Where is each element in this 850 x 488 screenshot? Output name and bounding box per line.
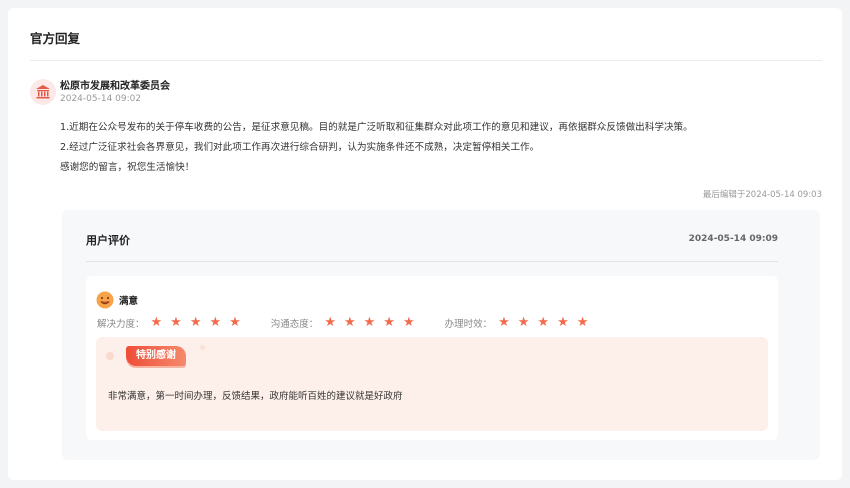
evaluation-time: 2024-05-14 09:09 xyxy=(688,234,778,244)
evaluation-title: 用户评价 xyxy=(86,234,130,247)
smiley-face-icon xyxy=(96,291,114,313)
rating-resolution: 解决力度： ★ ★ ★ ★ ★ xyxy=(97,316,249,330)
rating-label: 沟通态度： xyxy=(270,319,319,330)
star-icon: ★ xyxy=(324,315,336,330)
star-icon: ★ xyxy=(557,315,569,330)
ratings-row: 解决力度： ★ ★ ★ ★ ★ 沟通态度： ★ ★ ★ ★ ★ 办理时效： ★ ★ ★ ★ ★ xyxy=(97,316,618,330)
star-icon: ★ xyxy=(170,315,182,330)
star-rating: ★ ★ ★ ★ ★ xyxy=(150,315,249,330)
star-icon: ★ xyxy=(498,315,510,330)
star-icon: ★ xyxy=(363,315,376,330)
star-icon: ★ xyxy=(343,315,356,330)
satisfaction-label: 满意 xyxy=(119,296,139,307)
star-icon: ★ xyxy=(189,315,202,330)
star-rating: ★ ★ ★ ★ ★ xyxy=(324,315,422,330)
star-icon: ★ xyxy=(402,315,415,330)
star-icon: ★ xyxy=(537,315,550,330)
rating-label: 办理时效： xyxy=(444,319,493,330)
org-name: 松原市发展和改革委员会 xyxy=(60,81,170,92)
reply-body: 1.近期在公众号发布的关于停车收费的公告，是征求意见稿。目的就是广泛听取和征集群… xyxy=(60,118,830,178)
star-icon: ★ xyxy=(209,315,222,330)
star-icon: ★ xyxy=(150,315,163,330)
special-thanks-box: 特别感谢 非常满意，第一时间办理，反馈结果，政府能听百姓的建议就是好政府 xyxy=(96,337,768,431)
reply-paragraph: 1.近期在公众号发布的关于停车收费的公告，是征求意见稿。目的就是广泛听取和征集群… xyxy=(60,122,693,133)
evaluation-divider xyxy=(86,261,778,262)
star-rating: ★ ★ ★ ★ ★ xyxy=(498,315,596,330)
decorative-dot xyxy=(200,345,205,350)
rating-label: 解决力度： xyxy=(97,319,145,330)
special-thanks-tag: 特别感谢 xyxy=(126,346,186,366)
thanks-text: 非常满意，第一时间办理，反馈结果，政府能听百姓的建议就是好政府 xyxy=(108,391,403,402)
star-icon: ★ xyxy=(576,315,589,330)
reply-time: 2024-05-14 09:02 xyxy=(60,94,142,104)
decorative-dot xyxy=(106,352,114,360)
star-icon: ★ xyxy=(383,315,395,330)
rating-timeliness: 办理时效： ★ ★ ★ ★ ★ xyxy=(445,316,597,330)
official-reply-card: 官方回复 松原市发展和改革委员会 2024-05-14 09:02 1.近期在公… xyxy=(8,8,842,480)
section-divider xyxy=(30,60,822,61)
government-building-icon xyxy=(30,79,56,105)
section-title: 官方回复 xyxy=(30,31,81,46)
star-icon: ★ xyxy=(229,315,241,330)
last-edited-time: 最后编辑于2024-05-14 09:03 xyxy=(702,190,822,200)
user-evaluation-panel: 用户评价 2024-05-14 09:09 满意 解决力度： ★ ★ ★ ★ ★ 沟 xyxy=(62,210,820,460)
reply-paragraph: 2.经过广泛征求社会各界意见，我们对此项工作再次进行综合研判，认为实施条件还不成… xyxy=(60,142,540,153)
reply-paragraph: 感谢您的留言，祝您生活愉快！ xyxy=(60,162,195,173)
star-icon: ★ xyxy=(517,315,530,330)
rating-attitude: 沟通态度： ★ ★ ★ ★ ★ xyxy=(271,316,423,330)
evaluation-card: 满意 解决力度： ★ ★ ★ ★ ★ 沟通态度： ★ ★ ★ ★ ★ 办理时效： ★ ★ ★ ★ ★ xyxy=(86,276,778,440)
